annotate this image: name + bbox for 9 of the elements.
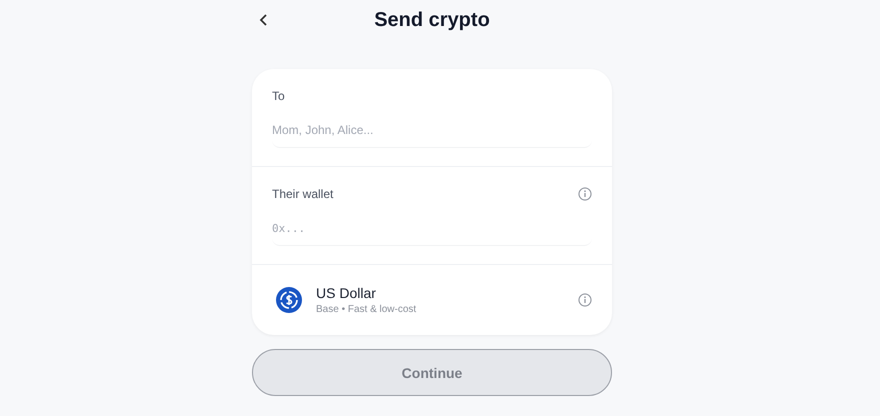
dollar-coin-icon: [276, 287, 302, 313]
page-title: Send crypto: [374, 8, 490, 32]
field-label: Their wallet: [272, 187, 334, 201]
asset-network: Base • Fast & low-cost: [316, 304, 418, 315]
asset-name: US Dollar: [316, 285, 377, 301]
info-icon[interactable]: [578, 187, 592, 201]
info-icon[interactable]: [578, 293, 592, 307]
field-label: To: [272, 89, 285, 103]
back-icon[interactable]: [259, 13, 269, 27]
